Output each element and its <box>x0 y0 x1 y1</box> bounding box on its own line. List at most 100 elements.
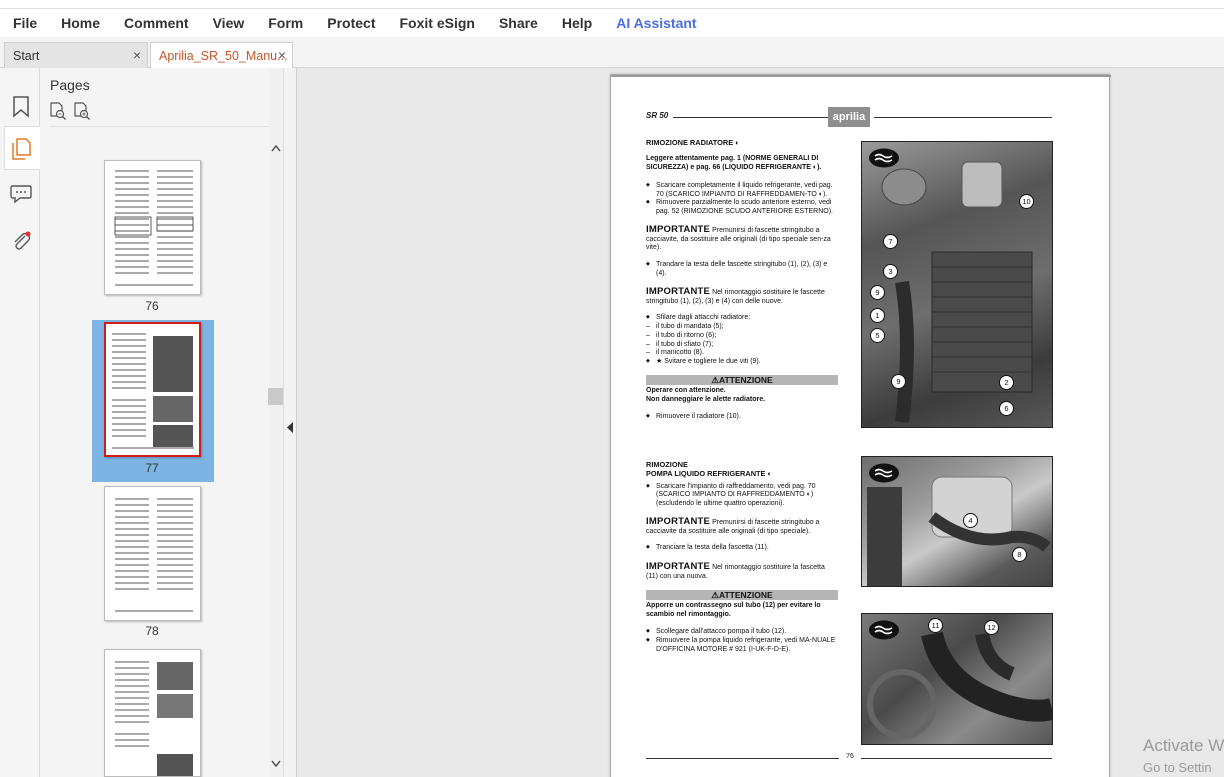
read-note: Leggere attentamente pag. 1 (NORME GENER… <box>646 155 822 171</box>
sub-item: il tubo di sfiato (7); <box>646 341 838 350</box>
pages-icon[interactable] <box>8 136 34 162</box>
warning-text: Operare con attenzione. <box>646 386 726 394</box>
tab-bar: Start × Aprilia_SR_50_Manu... × <box>0 37 1224 68</box>
activation-watermark-sub: Go to Settin <box>1143 760 1212 775</box>
side-icon-rail <box>0 68 40 777</box>
page-thumbnail-77[interactable] <box>104 322 201 457</box>
panel-splitter[interactable] <box>283 68 297 777</box>
close-icon[interactable]: × <box>278 47 286 63</box>
zoom-in-thumbnail-icon[interactable] <box>73 102 91 120</box>
section-title: RIMOZIONE RADIATORE ◐ <box>646 138 740 147</box>
callout-11: 11 <box>928 618 943 633</box>
tab-document-label: Aprilia_SR_50_Manu... <box>159 48 288 63</box>
panel-divider <box>50 126 276 127</box>
scrollbar-thumb[interactable] <box>268 388 283 405</box>
step-item: Scollegare dall'attacco pompa il tubo (1… <box>646 628 838 637</box>
page-thumbnail-79[interactable] <box>104 649 201 777</box>
callout-2: 2 <box>999 375 1014 390</box>
menu-share[interactable]: Share <box>499 15 538 31</box>
coolant-badge-icon <box>869 463 899 483</box>
tab-start-label: Start <box>13 48 40 63</box>
coolant-symbol-icon: ◐ <box>735 138 740 147</box>
page-number: 76 <box>846 753 854 760</box>
section-pompa-liquido: RIMOZIONE POMPA LIQUIDO REFRIGERANTE ◐ S… <box>646 460 838 655</box>
step-item: Tranciare la testa della fascetta (11). <box>646 544 838 553</box>
warning-text: Apporre un contrassegno sul tubo (12) pe… <box>646 601 821 618</box>
page-thumbnail-76[interactable] <box>104 160 201 295</box>
thumbnail-label: 76 <box>145 299 159 313</box>
collapse-panel-icon[interactable] <box>287 422 294 433</box>
hose-photo <box>861 613 1053 745</box>
title-strip <box>0 0 1224 9</box>
menu-view[interactable]: View <box>213 15 245 31</box>
callout-10: 10 <box>1019 194 1034 209</box>
document-view[interactable]: SR 50 aprilia RIMOZIONE RADIATORE ◐ Legg… <box>297 68 1224 777</box>
callout-6: 6 <box>999 401 1014 416</box>
callout-4: 4 <box>963 513 978 528</box>
menu-ai-assistant[interactable]: AI Assistant <box>616 15 696 31</box>
brand-logo: aprilia <box>828 107 870 127</box>
sub-item: il manicotto (8). <box>646 349 838 358</box>
tab-start[interactable]: Start × <box>4 42 148 68</box>
menu-home[interactable]: Home <box>61 15 100 31</box>
page-thumbnail-78[interactable] <box>104 486 201 621</box>
important-note: IMPORTANTE Nel rimontaggio sostituire le… <box>646 285 825 305</box>
step-item: ★ Svitare e togliere le due viti (9). <box>646 358 838 367</box>
important-note: IMPORTANTE Premunirsi di fascette string… <box>646 223 831 252</box>
scroll-up-icon[interactable] <box>271 144 281 152</box>
warning-banner: ⚠ATTENZIONE <box>646 589 838 600</box>
tab-document[interactable]: Aprilia_SR_50_Manu... × <box>150 42 293 68</box>
important-note: IMPORTANTE Premunirsi di fascette string… <box>646 515 820 535</box>
header-rule <box>673 117 828 118</box>
section-rimozione-radiatore: RIMOZIONE RADIATORE ◐ Leggere attentamen… <box>646 138 838 422</box>
thumbnail-scrollbar[interactable] <box>269 68 283 777</box>
attachment-icon[interactable] <box>8 228 34 254</box>
menu-form[interactable]: Form <box>268 15 303 31</box>
header-rule <box>874 117 1052 118</box>
comment-icon[interactable] <box>8 181 34 207</box>
callout-1: 1 <box>870 308 885 323</box>
step-item: Rimuovere la pompa liquido refrigerante,… <box>646 637 838 655</box>
activation-watermark: Activate W <box>1143 736 1224 755</box>
thumbnail-label: 78 <box>145 624 159 638</box>
coolant-badge-icon <box>869 620 899 640</box>
pages-panel-title: Pages <box>50 77 90 93</box>
coolant-symbol-icon: ◐ <box>767 469 773 479</box>
pdf-page: SR 50 aprilia RIMOZIONE RADIATORE ◐ Legg… <box>610 74 1111 777</box>
warning-icon: ⚠ <box>711 589 719 600</box>
step-item: Trandare la testa delle fascette stringi… <box>646 261 838 279</box>
section-title: POMPA LIQUIDO REFRIGERANTE ◐ <box>646 469 773 479</box>
section-title: RIMOZIONE <box>646 460 688 469</box>
bookmark-icon[interactable] <box>8 94 34 120</box>
menu-file[interactable]: File <box>13 15 37 31</box>
menu-help[interactable]: Help <box>562 15 592 31</box>
page-header-label: SR 50 <box>646 111 669 120</box>
footer-rule <box>861 758 1052 759</box>
coolant-badge-icon <box>869 148 899 168</box>
radiator-photo <box>861 141 1053 428</box>
callout-7: 7 <box>883 234 898 249</box>
zoom-out-thumbnail-icon[interactable] <box>49 102 67 120</box>
step-item: Rimuovere il radiatore (10). <box>646 413 838 422</box>
page-top-line <box>611 75 1111 77</box>
scroll-down-icon[interactable] <box>271 760 281 768</box>
warning-banner: ⚠ATTENZIONE <box>646 374 838 385</box>
menu-comment[interactable]: Comment <box>124 15 189 31</box>
important-note: IMPORTANTE Nel rimontaggio sostituire la… <box>646 561 825 580</box>
step-item: Rimuovere parzialmente lo scudo anterior… <box>646 199 838 217</box>
callout-9: 9 <box>891 374 906 389</box>
pages-panel: Pages 76 77 78 <box>40 68 283 777</box>
thumbnail-label: 77 <box>145 461 159 475</box>
close-icon[interactable]: × <box>133 47 141 63</box>
sub-item: il tubo di mandata (5); <box>646 323 838 332</box>
menu-foxit-esign[interactable]: Foxit eSign <box>399 15 474 31</box>
pump-hose-photo <box>861 456 1053 587</box>
warning-text: Non danneggiare le alette radiatore. <box>646 395 766 403</box>
step-item: Scaricare l'impianto di raffreddamento, … <box>646 483 838 509</box>
menu-protect[interactable]: Protect <box>327 15 375 31</box>
warning-icon: ⚠ <box>711 374 719 385</box>
menu-bar: File Home Comment View Form Protect Foxi… <box>0 9 1224 37</box>
step-item: Sfilare dagli attacchi radiatore: <box>646 314 838 323</box>
callout-8: 8 <box>1012 547 1027 562</box>
sub-item: il tubo di ritorno (6); <box>646 332 838 341</box>
